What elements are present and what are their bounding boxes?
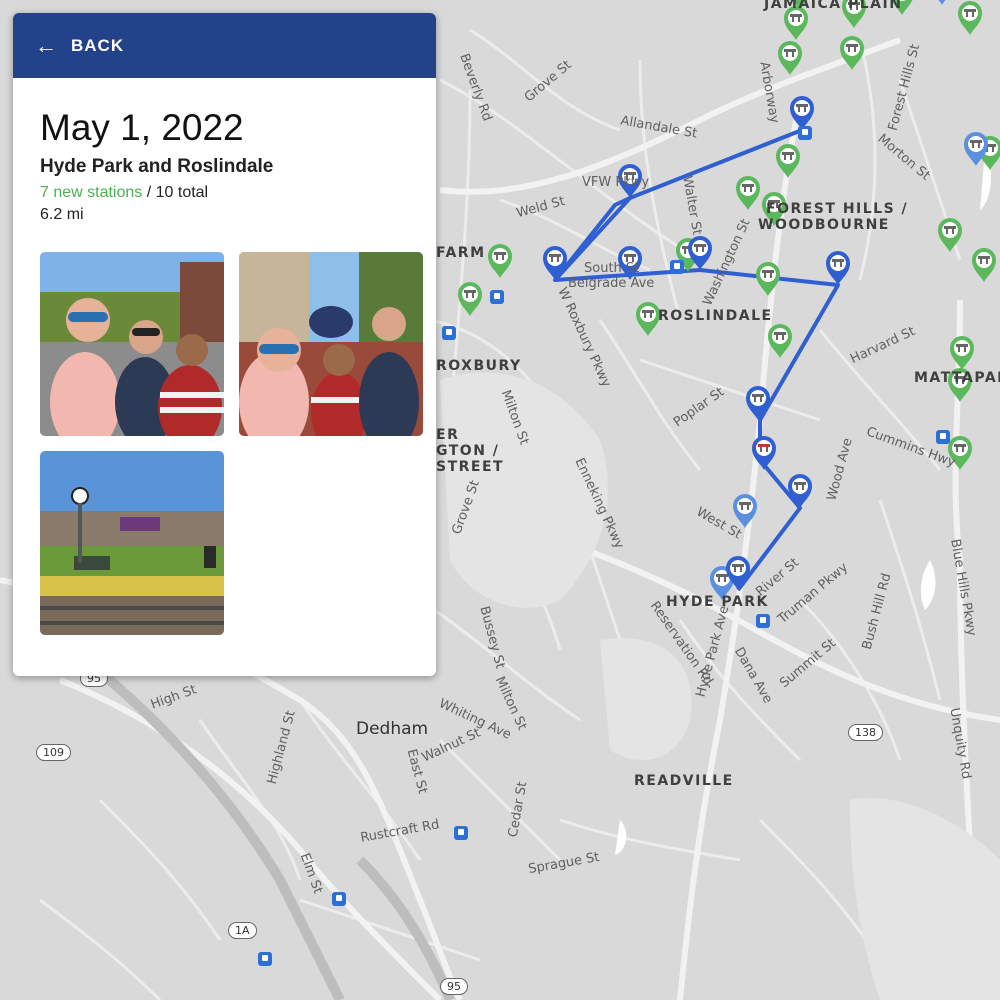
area-label-roxbury: ROXBURY [436, 358, 522, 374]
street-label: Belgrade Ave [568, 276, 655, 291]
area-label-jamaica-plain: JAMAICA PLAIN [764, 0, 903, 12]
area-label-woodbourne: WOODBOURNE [758, 217, 890, 233]
commuter-rail-icon [936, 430, 950, 444]
station-stats: 7 new stations / 10 total [40, 184, 409, 202]
back-label: BACK [71, 35, 125, 55]
area-label-er: ER [436, 427, 460, 443]
new-stations-count: 7 new stations [40, 184, 143, 201]
area-label-street: STREET [436, 459, 505, 475]
commuter-rail-icon [442, 326, 456, 340]
trip-photo-2[interactable] [239, 252, 423, 436]
trip-photo-3[interactable] [40, 451, 224, 635]
route-shield: 109 [36, 744, 71, 761]
route-shield: 95 [440, 978, 468, 995]
commuter-rail-icon [798, 126, 812, 140]
route-shield: 138 [848, 724, 883, 741]
route-shield: 1A [228, 922, 257, 939]
commuter-rail-icon [670, 260, 684, 274]
back-button[interactable]: ← BACK [13, 13, 436, 78]
back-arrow-icon: ← [35, 32, 57, 58]
area-label-gton: GTON / [436, 443, 500, 459]
total-stations-count: / 10 total [146, 184, 209, 201]
town-label-dedham: Dedham [356, 719, 429, 739]
photo-grid [40, 252, 423, 642]
trip-date: May 1, 2022 [40, 107, 244, 148]
trip-title: Hyde Park and Roslindale [40, 156, 274, 177]
area-label-farm: FARM [436, 245, 486, 261]
commuter-rail-icon [332, 892, 346, 906]
trip-photo-1[interactable] [40, 252, 224, 436]
commuter-rail-icon [454, 826, 468, 840]
area-label-readville: READVILLE [634, 773, 734, 789]
area-label-forest-hills: FOREST HILLS / [766, 201, 909, 217]
area-label-roslindale: ROSLINDALE [658, 308, 773, 324]
commuter-rail-icon [490, 290, 504, 304]
trip-distance: 6.2 mi [40, 206, 84, 223]
street-label: VFW Pkwy [582, 175, 650, 190]
commuter-rail-icon [258, 952, 272, 966]
trip-panel: ← BACK May 1, 2022 Hyde Park and Roslind… [13, 13, 436, 676]
street-label: South St [584, 261, 640, 276]
area-label-mattapan: MATTAPAN [914, 370, 1000, 386]
commuter-rail-icon [756, 614, 770, 628]
